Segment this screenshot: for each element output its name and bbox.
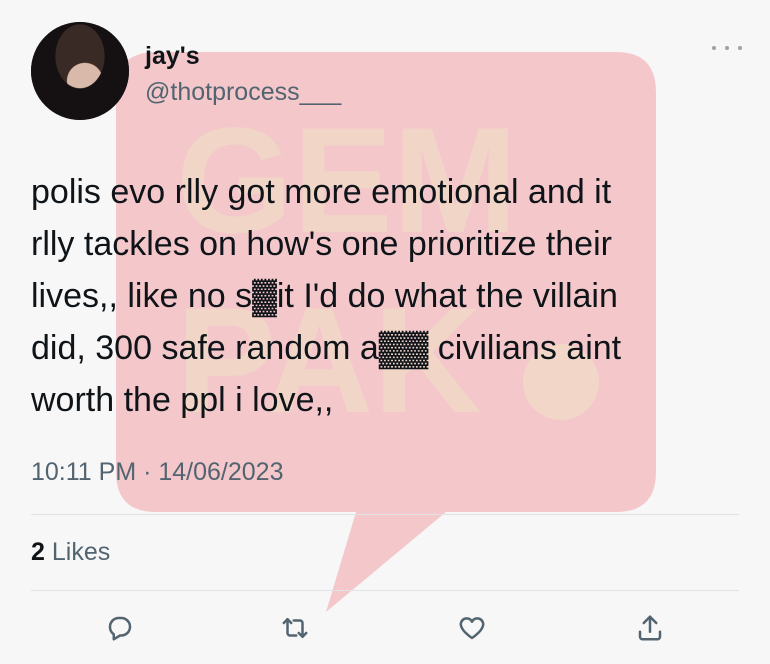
share-button[interactable] [630,608,670,648]
avatar[interactable] [31,22,129,120]
divider [31,514,739,515]
share-icon [638,615,662,641]
tweet-timestamp[interactable]: 10:11 PM · 14/06/2023 [31,458,284,487]
tweet-card: GEM PAK jay's @thotprocess___ polis evo … [0,0,770,664]
likes-label: Likes [51,538,111,566]
likes-count: 2 [31,538,45,566]
like-button[interactable] [452,608,492,648]
user-handle[interactable]: @thotprocess___ [145,78,341,107]
divider [31,590,739,591]
action-bar [0,608,770,648]
retweet-icon [282,618,308,638]
more-icon[interactable] [712,40,742,56]
reply-button[interactable] [100,608,140,648]
likes-summary[interactable]: 2 Likes [31,538,110,567]
reply-icon [108,616,132,641]
retweet-button[interactable] [275,608,315,648]
heart-icon [459,617,485,640]
tweet-text: polis evo rlly got more emotional and it… [31,173,622,419]
display-name[interactable]: jay's [145,42,200,71]
